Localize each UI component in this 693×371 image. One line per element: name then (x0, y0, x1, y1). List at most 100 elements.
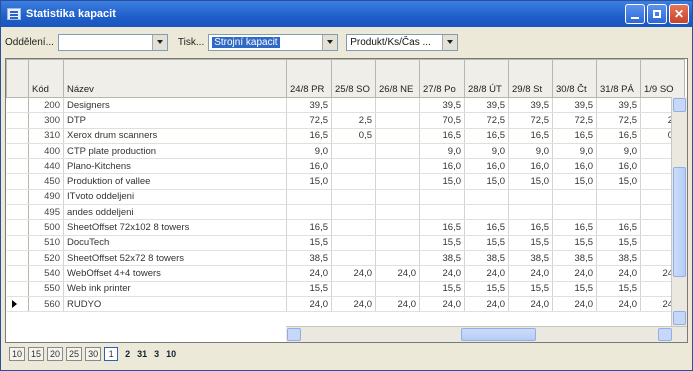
cell-value[interactable]: 16,5 (419, 128, 465, 144)
cell-value[interactable]: 24,0 (508, 296, 553, 313)
cell-value[interactable]: 15,5 (508, 235, 553, 251)
column-header[interactable]: 28/8 ÚT (464, 59, 509, 98)
cell-value[interactable] (375, 204, 420, 221)
cell-nazev[interactable]: Web ink printer (63, 281, 287, 297)
table-row[interactable]: 400 CTP plate production 9,0 9,0 9,0 9,0 9,0 9,… (6, 143, 685, 160)
cell-value[interactable]: 72,5 (464, 112, 509, 129)
cell-value[interactable] (375, 112, 420, 129)
cell-value[interactable]: 72,5 (508, 112, 553, 129)
row-selector[interactable] (6, 97, 29, 114)
page-size-button[interactable]: 30 (85, 347, 102, 361)
cell-kod[interactable]: 540 (28, 265, 64, 282)
cell-value[interactable]: 39,5 (508, 97, 553, 114)
cell-value[interactable]: 16,5 (508, 219, 553, 236)
cell-value[interactable]: 15,5 (552, 235, 597, 251)
column-header[interactable]: 25/8 SO (331, 59, 376, 98)
cell-kod[interactable]: 300 (28, 112, 64, 129)
cell-nazev[interactable]: Designers (63, 97, 287, 114)
row-selector[interactable] (6, 158, 29, 175)
cell-value[interactable]: 16,0 (508, 158, 553, 175)
column-header[interactable]: 1/9 SO (640, 59, 685, 98)
row-selector[interactable] (6, 189, 29, 206)
cell-value[interactable]: 24,0 (464, 265, 509, 282)
cell-value[interactable]: 24,0 (331, 265, 376, 282)
page-link[interactable]: 2 (125, 349, 130, 359)
column-header[interactable]: 30/8 Čt (552, 59, 597, 98)
cell-value[interactable]: 15,5 (552, 281, 597, 297)
vertical-scroll-thumb[interactable] (673, 167, 686, 277)
horizontal-scroll-thumb[interactable] (461, 328, 536, 341)
cell-value[interactable]: 24,0 (596, 265, 641, 282)
cell-value[interactable]: 39,5 (419, 97, 465, 114)
cell-value[interactable] (286, 189, 332, 206)
page-link[interactable]: 3 (154, 349, 159, 359)
row-selector[interactable] (6, 250, 29, 267)
cell-value[interactable]: 16,5 (508, 128, 553, 144)
cell-value[interactable]: 16,5 (464, 219, 509, 236)
cell-value[interactable]: 15,0 (464, 173, 509, 190)
cell-value[interactable]: 39,5 (552, 97, 597, 114)
cell-value[interactable]: 15,5 (596, 281, 641, 297)
row-selector[interactable] (6, 112, 29, 129)
cell-value[interactable]: 24,0 (375, 296, 420, 313)
cell-nazev[interactable]: SheetOffset 52x72 8 towers (63, 250, 287, 267)
cell-value[interactable]: 9,0 (419, 143, 465, 160)
cell-value[interactable]: 16,5 (596, 219, 641, 236)
table-row[interactable]: 450 Produktion of vallee 15,0 15,0 15,0 15,0 1… (6, 173, 685, 190)
cell-value[interactable] (375, 173, 420, 190)
cell-kod[interactable]: 510 (28, 235, 64, 251)
cell-value[interactable] (331, 173, 376, 190)
cell-value[interactable]: 39,5 (596, 97, 641, 114)
cell-value[interactable]: 15,5 (286, 281, 332, 297)
column-header[interactable]: Kód (28, 59, 64, 98)
cell-value[interactable]: 16,0 (596, 158, 641, 175)
table-row[interactable]: 550 Web ink printer 15,5 15,5 15,5 15,5 15,5 15… (6, 281, 685, 297)
page-size-button[interactable]: 10 (9, 347, 26, 361)
cell-value[interactable]: 24,0 (419, 296, 465, 313)
cell-value[interactable] (596, 189, 641, 206)
cell-value[interactable]: 16,0 (286, 158, 332, 175)
row-selector[interactable] (6, 235, 29, 251)
maximize-button[interactable] (647, 4, 667, 24)
cell-value[interactable]: 72,5 (552, 112, 597, 129)
cell-value[interactable]: 15,0 (552, 173, 597, 190)
oddeleni-dropdown-button[interactable] (151, 34, 167, 50)
table-row[interactable]: 500 SheetOffset 72x102 8 towers 16,5 16,5 16… (6, 219, 685, 236)
cell-value[interactable]: 15,5 (464, 235, 509, 251)
cell-kod[interactable]: 500 (28, 219, 64, 236)
cell-value[interactable] (375, 250, 420, 267)
cell-value[interactable]: 15,5 (464, 281, 509, 297)
cell-value[interactable] (419, 189, 465, 206)
cell-value[interactable] (508, 189, 553, 206)
cell-value[interactable]: 72,5 (286, 112, 332, 129)
cell-value[interactable]: 38,5 (596, 250, 641, 267)
cell-value[interactable]: 38,5 (286, 250, 332, 267)
table-row[interactable]: 490 ITvoto oddeljeni (6, 189, 685, 206)
cell-nazev[interactable]: andes oddeljeni (63, 204, 287, 221)
scroll-up-button[interactable] (673, 98, 686, 112)
cell-kod[interactable]: 550 (28, 281, 64, 297)
cell-value[interactable]: 15,0 (596, 173, 641, 190)
row-selector[interactable] (6, 128, 29, 144)
table-row[interactable]: 495 andes oddeljeni (6, 204, 685, 221)
table-row[interactable]: 300DTP72,52,570,572,572,572,572,52,5 (6, 112, 685, 129)
cell-value[interactable]: 15,0 (508, 173, 553, 190)
cell-value[interactable]: 39,5 (286, 97, 332, 114)
cell-value[interactable]: 38,5 (552, 250, 597, 267)
page-size-button[interactable]: 15 (28, 347, 45, 361)
scroll-down-button[interactable] (673, 311, 686, 325)
row-selector[interactable] (6, 204, 29, 221)
close-button[interactable]: ✕ (669, 4, 689, 24)
cell-value[interactable]: 16,5 (596, 128, 641, 144)
cell-kod[interactable]: 310 (28, 128, 64, 144)
column-header[interactable]: 29/8 St (508, 59, 553, 98)
cell-value[interactable]: 15,5 (508, 281, 553, 297)
table-row[interactable]: 560 RUDYO 24,0 24,0 24,0 24,0 24,0 24,0 24,0 24,0… (6, 296, 685, 313)
cell-value[interactable]: 9,0 (464, 143, 509, 160)
produkt-dropdown-button[interactable] (442, 34, 458, 50)
cell-value[interactable]: 9,0 (508, 143, 553, 160)
table-row[interactable]: 310 Xerox drum scanners 16,5 0,5 16,5 16,5 16,… (6, 128, 685, 144)
page-size-button[interactable]: 20 (47, 347, 64, 361)
cell-value[interactable]: 16,5 (552, 128, 597, 144)
cell-value[interactable]: 15,5 (419, 281, 465, 297)
